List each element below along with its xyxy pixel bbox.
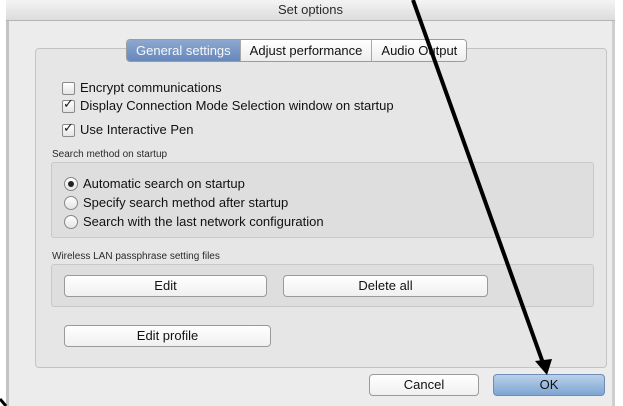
display-connection-mode-checkbox[interactable]: ✓ Display Connection Mode Selection wind… bbox=[62, 96, 394, 115]
dialog-window: Set options General settings Adjust perf… bbox=[6, 0, 615, 406]
encrypt-communications-checkbox[interactable]: Encrypt communications bbox=[62, 79, 222, 97]
checkbox-checked-icon[interactable]: ✓ bbox=[62, 120, 75, 137]
checkbox-checked-icon[interactable]: ✓ bbox=[62, 96, 75, 113]
wireless-lan-heading: Wireless LAN passphrase setting files bbox=[52, 251, 220, 262]
radio-automatic-search[interactable]: Automatic search on startup bbox=[64, 175, 245, 193]
cancel-button[interactable]: Cancel bbox=[369, 374, 479, 396]
tab-bar: General settings Adjust performance Audi… bbox=[126, 39, 468, 62]
radio-label: Search with the last network configurati… bbox=[83, 214, 324, 229]
radio-unselected-icon[interactable] bbox=[64, 215, 78, 229]
window-left-edge bbox=[6, 20, 9, 406]
radio-last-network-configuration[interactable]: Search with the last network configurati… bbox=[64, 213, 324, 231]
checkbox-label: Display Connection Mode Selection window… bbox=[80, 98, 394, 113]
radio-label: Specify search method after startup bbox=[83, 195, 289, 210]
checkbox-label: Encrypt communications bbox=[80, 80, 222, 95]
radio-label: Automatic search on startup bbox=[83, 176, 245, 191]
ok-button[interactable]: OK bbox=[493, 374, 605, 396]
window-right-edge bbox=[612, 20, 615, 406]
checkbox-unchecked-icon[interactable] bbox=[62, 81, 75, 95]
use-interactive-pen-checkbox[interactable]: ✓ Use Interactive Pen bbox=[62, 120, 194, 139]
edit-button[interactable]: Edit bbox=[64, 275, 267, 297]
radio-selected-icon[interactable] bbox=[64, 177, 78, 191]
radio-specify-search-method[interactable]: Specify search method after startup bbox=[64, 194, 288, 212]
window-title: Set options bbox=[6, 0, 615, 21]
checkbox-label: Use Interactive Pen bbox=[80, 122, 194, 137]
search-method-heading: Search method on startup bbox=[52, 149, 168, 160]
delete-all-button[interactable]: Delete all bbox=[283, 275, 488, 297]
radio-unselected-icon[interactable] bbox=[64, 196, 78, 210]
tab-general-settings[interactable]: General settings bbox=[127, 40, 241, 61]
tab-audio-output[interactable]: Audio Output bbox=[372, 40, 467, 61]
edit-profile-button[interactable]: Edit profile bbox=[64, 325, 271, 347]
tab-adjust-performance[interactable]: Adjust performance bbox=[240, 40, 373, 61]
